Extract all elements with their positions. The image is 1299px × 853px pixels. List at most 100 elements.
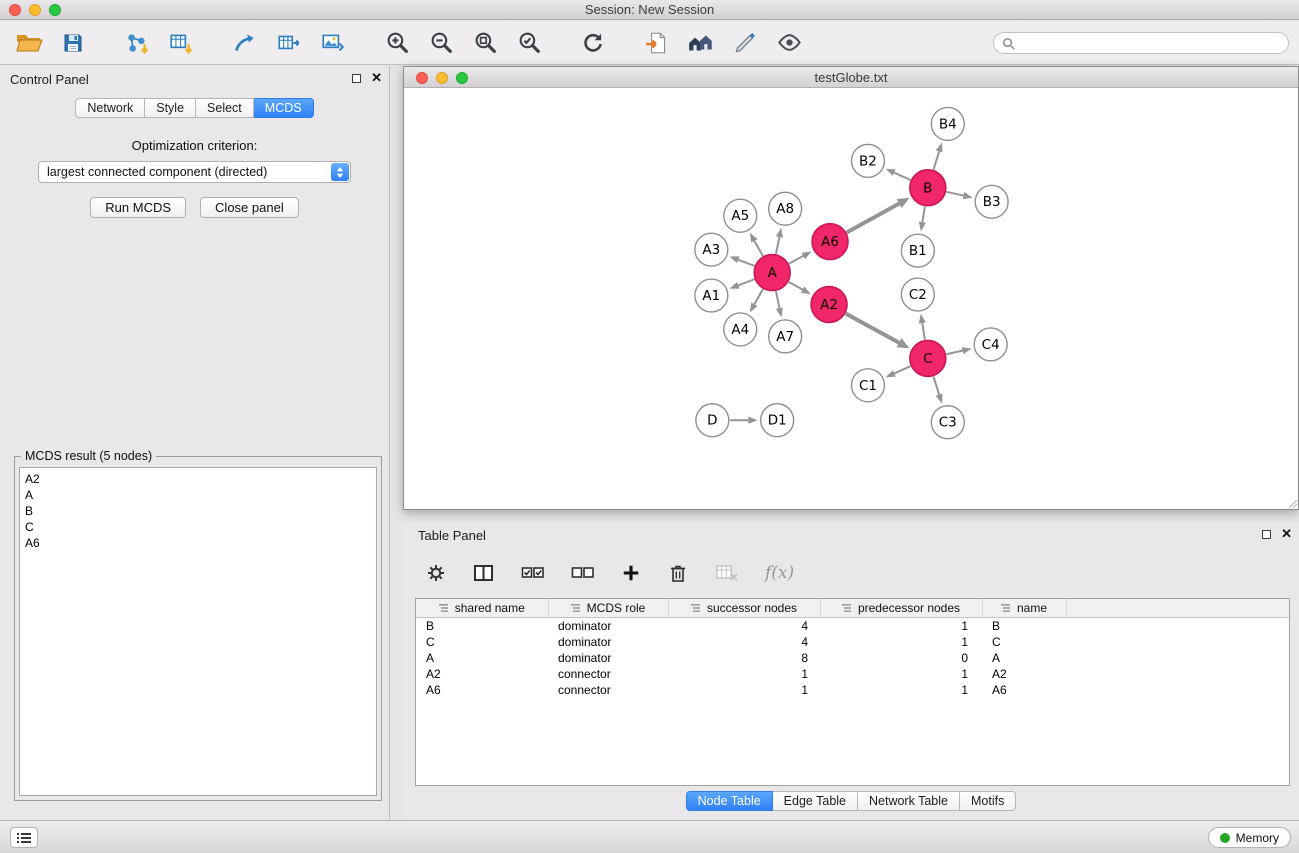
graph-edge-B-B1[interactable] — [922, 206, 924, 222]
column-header-predecessor-nodes[interactable]: predecessor nodes — [820, 599, 982, 617]
graph-node-A8[interactable]: A8 — [769, 192, 802, 225]
table-row[interactable]: A2connector11A2 — [416, 666, 1289, 682]
table-row[interactable]: Cdominator41C — [416, 634, 1289, 650]
table-row[interactable]: Adominator80A — [416, 650, 1289, 666]
apply-style-button[interactable] — [728, 26, 762, 60]
graph-node-D[interactable]: D — [696, 404, 729, 437]
show-column-button[interactable] — [473, 563, 495, 583]
zoom-window-button[interactable] — [49, 4, 61, 16]
column-header-name[interactable]: name — [982, 599, 1066, 617]
network-canvas-svg[interactable]: AA6A2BCA5A8A3A1A4A7B2B4B3B1C2C4C1C3DD1 — [404, 89, 1298, 509]
graph-node-A4[interactable]: A4 — [724, 313, 757, 346]
graph-node-C4[interactable]: C4 — [974, 328, 1007, 361]
mcds-result-item[interactable]: B — [25, 503, 371, 519]
graph-node-A5[interactable]: A5 — [724, 199, 757, 232]
mcds-result-item[interactable]: A2 — [25, 471, 371, 487]
graph-edge-A-A3[interactable] — [738, 260, 754, 266]
graph-edge-A-A8[interactable] — [776, 237, 779, 254]
graph-node-B3[interactable]: B3 — [975, 185, 1008, 218]
close-table-panel-icon[interactable]: ✕ — [1281, 528, 1292, 540]
graph-node-A1[interactable]: A1 — [695, 279, 728, 312]
create-column-button[interactable] — [621, 563, 641, 583]
import-network-button[interactable] — [120, 26, 154, 60]
graph-edge-A-A7[interactable] — [776, 291, 779, 308]
network-minimize-button[interactable] — [436, 72, 448, 84]
close-window-button[interactable] — [9, 4, 21, 16]
graph-edge-C-C3[interactable] — [933, 376, 939, 394]
column-header-successor-nodes[interactable]: successor nodes — [668, 599, 820, 617]
graph-node-A[interactable]: A — [754, 255, 790, 291]
graph-edge-A-A5[interactable] — [754, 241, 763, 256]
graph-node-C[interactable]: C — [910, 340, 946, 376]
deselect-all-columns-button[interactable] — [571, 563, 595, 583]
graph-edge-B-B4[interactable] — [933, 151, 939, 169]
tab-network-table[interactable]: Network Table — [858, 791, 960, 811]
column-header-mcds-role[interactable]: MCDS role — [548, 599, 668, 617]
graph-node-A7[interactable]: A7 — [769, 320, 802, 353]
export-network-button[interactable] — [228, 26, 262, 60]
graph-edge-C-C2[interactable] — [922, 323, 925, 340]
open-session-button[interactable] — [12, 26, 46, 60]
table-settings-button[interactable] — [425, 562, 447, 584]
tab-network[interactable]: Network — [75, 98, 145, 118]
mcds-result-item[interactable]: A6 — [25, 535, 371, 551]
function-builder-button[interactable]: f(x) — [765, 563, 794, 583]
export-image-button[interactable] — [316, 26, 350, 60]
table-row[interactable]: Bdominator41B — [416, 617, 1289, 634]
zoom-selected-button[interactable] — [512, 26, 546, 60]
network-overview-button[interactable] — [684, 26, 718, 60]
graph-node-A6[interactable]: A6 — [812, 224, 848, 260]
apply-layout-button[interactable] — [576, 26, 610, 60]
file-export-button[interactable] — [640, 26, 674, 60]
close-panel-button[interactable]: Close panel — [200, 197, 299, 218]
network-canvas[interactable]: AA6A2BCA5A8A3A1A4A7B2B4B3B1C2C4C1C3DD1 — [404, 89, 1298, 509]
save-session-button[interactable] — [56, 26, 90, 60]
zoom-fit-button[interactable] — [468, 26, 502, 60]
tab-edge-table[interactable]: Edge Table — [773, 791, 858, 811]
graph-node-A2[interactable]: A2 — [811, 287, 847, 323]
graph-node-B4[interactable]: B4 — [931, 107, 964, 140]
graph-edge-A-A4[interactable] — [754, 289, 763, 304]
graph-node-C1[interactable]: C1 — [851, 369, 884, 402]
graph-edge-C-C1[interactable] — [894, 366, 910, 373]
graph-node-D1[interactable]: D1 — [761, 404, 794, 437]
minimize-window-button[interactable] — [29, 4, 41, 16]
graph-node-B2[interactable]: B2 — [851, 144, 884, 177]
graph-node-B1[interactable]: B1 — [901, 234, 934, 267]
graph-edge-B-B3[interactable] — [946, 192, 963, 196]
delete-column-button[interactable] — [667, 562, 689, 584]
graph-edge-C-C4[interactable] — [946, 351, 962, 355]
tab-style[interactable]: Style — [145, 98, 196, 118]
tab-mcds[interactable]: MCDS — [254, 98, 314, 118]
float-panel-icon[interactable] — [352, 74, 361, 83]
network-close-button[interactable] — [416, 72, 428, 84]
tab-node-table[interactable]: Node Table — [686, 791, 773, 811]
import-table-button[interactable] — [164, 26, 198, 60]
zoom-in-button[interactable] — [380, 26, 414, 60]
show-graphics-details-button[interactable] — [772, 26, 806, 60]
mcds-result-list[interactable]: A2ABCA6 — [19, 467, 377, 796]
mcds-result-item[interactable]: A — [25, 487, 371, 503]
criterion-select[interactable]: largest connected component (directed) — [38, 161, 351, 183]
resize-grip-icon[interactable] — [1287, 498, 1297, 508]
search-input[interactable] — [1015, 36, 1280, 50]
graph-edge-A-A1[interactable] — [738, 279, 754, 285]
tab-select[interactable]: Select — [196, 98, 254, 118]
table-row[interactable]: A6connector11A6 — [416, 682, 1289, 698]
tab-motifs[interactable]: Motifs — [960, 791, 1016, 811]
select-all-columns-button[interactable] — [521, 563, 545, 583]
search-box[interactable] — [993, 32, 1289, 54]
graph-edge-A-A6[interactable] — [789, 256, 803, 264]
show-task-history-button[interactable] — [10, 827, 38, 848]
graph-edge-B-B2[interactable] — [894, 173, 910, 180]
graph-edge-A6-B[interactable] — [847, 204, 900, 233]
graph-node-B[interactable]: B — [910, 170, 946, 206]
memory-button[interactable]: Memory — [1208, 827, 1291, 848]
delete-table-button[interactable] — [715, 563, 739, 583]
graph-node-C3[interactable]: C3 — [931, 406, 964, 439]
run-mcds-button[interactable]: Run MCDS — [90, 197, 186, 218]
zoom-out-button[interactable] — [424, 26, 458, 60]
graph-edge-A-A2[interactable] — [789, 282, 803, 290]
graph-node-A3[interactable]: A3 — [695, 233, 728, 266]
network-zoom-button[interactable] — [456, 72, 468, 84]
